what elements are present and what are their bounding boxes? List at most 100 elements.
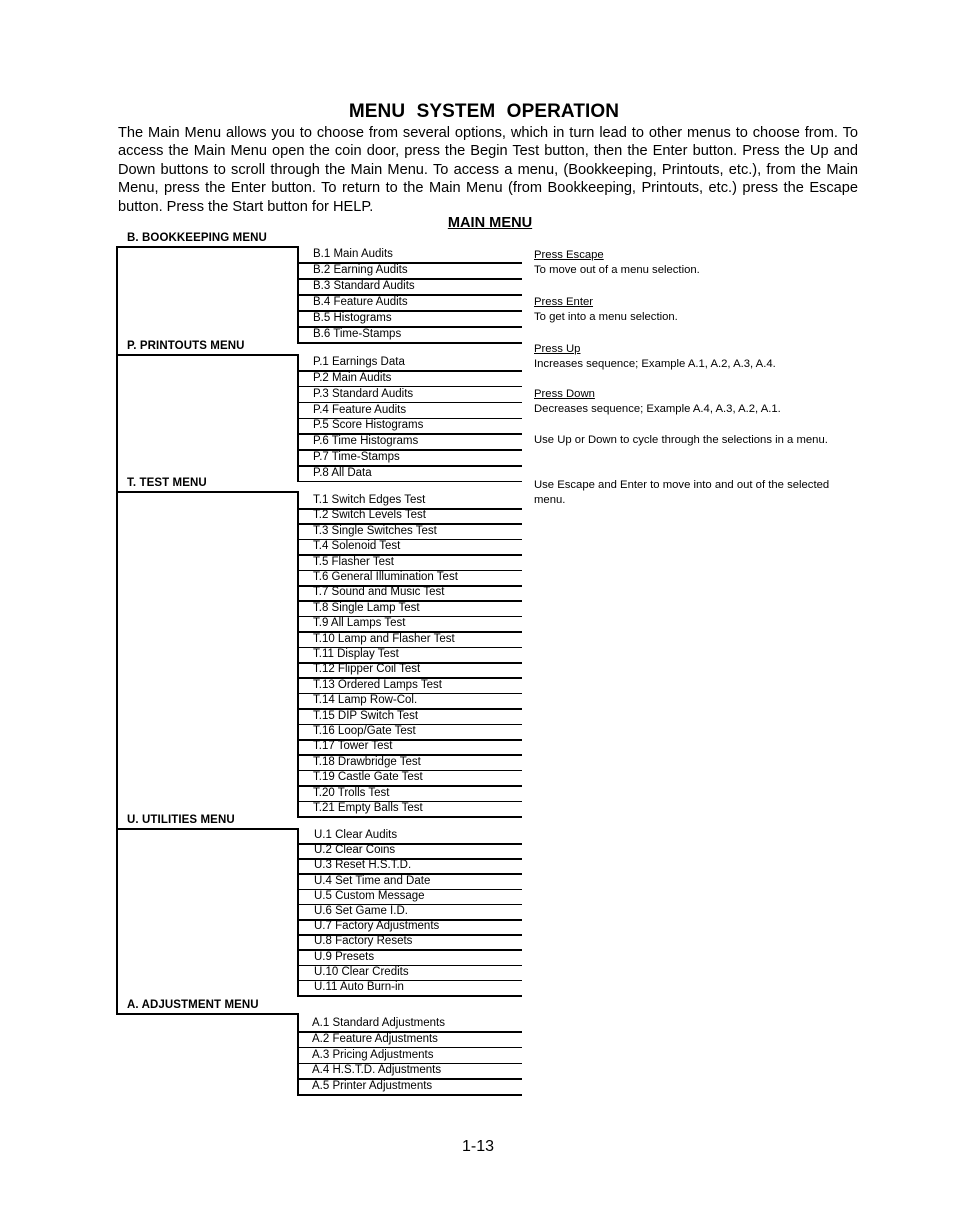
help-text: Use Up or Down to cycle through the sele… — [534, 434, 828, 446]
menu-item-underline — [297, 538, 522, 541]
menu-item: T.15 DIP Switch Test — [313, 709, 419, 722]
menu-item-underline — [297, 465, 522, 467]
menu-item-underline — [297, 949, 522, 951]
menu-item-underline — [297, 800, 522, 803]
menu-header-line — [116, 491, 298, 493]
menu-item: T.19 Castle Gate Test — [313, 771, 423, 784]
help-text: Use Escape and Enter to move into and ou… — [534, 479, 830, 506]
menu-item: T.14 Lamp Row-Col. — [313, 694, 418, 707]
menu-item-underline — [297, 995, 522, 997]
menu-item-underline — [297, 754, 522, 756]
menu-item-underline — [297, 326, 522, 328]
menu-item: T.2 Switch Levels Test — [313, 509, 426, 522]
menu-item: T.12 Flipper Coil Test — [313, 663, 421, 676]
menu-item-underline — [297, 554, 522, 556]
menu-item: U.1 Clear Audits — [314, 829, 398, 841]
menu-header-utilities: U. UTILITIES MENU — [127, 814, 235, 826]
menu-item-underline — [297, 1094, 522, 1096]
intro-text: The Main Menu allows you to choose from … — [118, 125, 858, 215]
menu-item-underline — [297, 401, 522, 404]
menu-header-printouts: P. PRINTOUTS MENU — [127, 340, 245, 352]
menu-item: A.4 H.S.T.D. Adjustments — [312, 1064, 442, 1077]
menu-header-line — [116, 354, 298, 356]
menu-item-underline — [297, 278, 522, 280]
menu-item: P.7 Time-Stamps — [313, 451, 400, 464]
menu-item-underline — [297, 585, 522, 587]
menu-item-underline — [297, 873, 522, 875]
menu-item-underline — [297, 600, 522, 602]
menu-header-line — [116, 828, 298, 830]
menu-item-underline — [297, 417, 522, 420]
menu-item: A.3 Pricing Adjustments — [312, 1048, 434, 1061]
menu-item-underline — [297, 769, 522, 772]
menu-item-underline — [297, 1046, 522, 1049]
menu-item-underline — [297, 858, 522, 860]
menu-item: T.21 Empty Balls Test — [313, 802, 423, 814]
help-heading: Press Escape — [534, 249, 604, 261]
menu-header-adjustment: A. ADJUSTMENT MENU — [127, 999, 259, 1011]
menu-item-underline — [297, 662, 522, 664]
menu-item-underline — [297, 888, 522, 891]
menu-item: A.5 Printer Adjustments — [312, 1080, 433, 1092]
menu-item: T.6 General Illumination Test — [313, 571, 458, 583]
menu-item-underline — [297, 615, 522, 618]
menu-header-line — [116, 246, 298, 248]
menu-item-underline — [297, 1031, 522, 1033]
help-entry: Press Up Increases sequence; Example A.1,… — [534, 342, 834, 371]
menu-item-underline — [297, 739, 522, 741]
help-heading: Press Enter — [534, 296, 594, 308]
menu-item-underline — [297, 433, 522, 435]
menu-item-underline — [297, 979, 522, 982]
menu-item: U.6 Set Game I.D. — [314, 905, 408, 917]
menu-item-underline — [297, 523, 522, 525]
menu-item: B.4 Feature Audits — [313, 296, 408, 308]
menu-item: P.8 All Data — [313, 466, 372, 479]
help-entry: Use Up or Down to cycle through the sele… — [534, 433, 834, 448]
menu-item: U.8 Factory Resets — [314, 935, 413, 948]
menu-header-test: T. TEST MENU — [127, 477, 207, 489]
menu-item-underline — [297, 934, 522, 936]
help-text: Increases sequence; Example A.1, A.2, A.… — [534, 357, 776, 370]
menu-item-underline — [297, 708, 522, 710]
menu-item: T.9 All Lamps Test — [313, 617, 406, 630]
menu-item: T.18 Drawbridge Test — [313, 755, 421, 768]
menu-header-line — [116, 1013, 298, 1015]
menu-left-spine — [116, 246, 118, 1015]
menu-item-underline — [297, 1078, 522, 1080]
menu-item: T.17 Tower Test — [313, 740, 393, 753]
intro-paragraph: The Main Menu allows you to choose from … — [118, 124, 858, 216]
menu-item: P.5 Score Histograms — [313, 419, 424, 432]
menu-item: B.1 Main Audits — [313, 248, 393, 260]
menu-header-bookkeeping: B. BOOKKEEPING MENU — [127, 232, 267, 244]
menu-item-underline — [297, 1062, 522, 1064]
menu-item: T.5 Flasher Test — [313, 555, 394, 568]
help-entry: Press Enter To get into a menu selection. — [534, 295, 834, 324]
menu-item-underline — [297, 262, 522, 264]
menu-item: U.9 Presets — [314, 950, 375, 963]
menu-item: A.1 Standard Adjustments — [312, 1017, 445, 1029]
menu-item: P.4 Feature Audits — [313, 403, 407, 416]
menu-bracket-line — [297, 828, 299, 997]
menu-item-underline — [297, 919, 522, 921]
menu-item-underline — [297, 816, 522, 818]
menu-item-underline — [297, 903, 522, 906]
menu-item-underline — [297, 370, 522, 372]
menu-item: U.7 Factory Adjustments — [314, 920, 440, 933]
menu-item-underline — [297, 677, 522, 679]
menu-item: B.2 Earning Audits — [313, 264, 408, 276]
menu-item-underline — [297, 385, 522, 388]
page-number: 1-13 — [461, 1138, 495, 1155]
menu-item: U.11 Auto Burn-in — [314, 981, 404, 993]
menu-item: U.5 Custom Message — [314, 889, 425, 902]
menu-item: P.2 Main Audits — [313, 371, 392, 384]
help-entry: Press Escape To move out of a menu select… — [534, 248, 834, 277]
menu-item: U.2 Clear Coins — [314, 844, 396, 857]
menu-item: T.3 Single Switches Test — [313, 524, 437, 537]
menu-item-underline — [297, 631, 522, 633]
menu-item-underline — [297, 480, 522, 483]
menu-item-underline — [297, 785, 522, 787]
help-heading: Press Up — [534, 343, 581, 355]
menu-item-underline — [297, 569, 522, 572]
menu-item: U.10 Clear Credits — [314, 965, 409, 978]
menu-item: B.3 Standard Audits — [313, 280, 415, 292]
